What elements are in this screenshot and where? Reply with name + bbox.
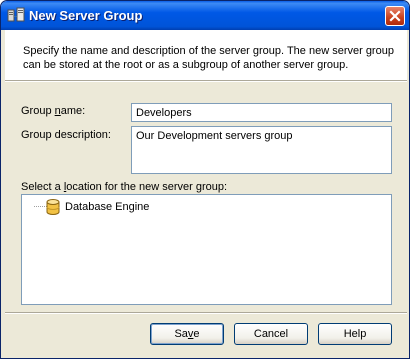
close-icon: [389, 10, 401, 22]
save-button[interactable]: Save: [150, 323, 224, 345]
footer-divider: [5, 312, 407, 314]
help-button[interactable]: Help: [318, 323, 392, 345]
location-label: Select a location for the new server gro…: [21, 181, 228, 193]
header-divider: [5, 80, 407, 82]
group-name-label: Group name:: [21, 105, 86, 117]
dialog-window: New Server Group Specify the name and de…: [0, 0, 410, 359]
location-tree[interactable]: Database Engine: [21, 194, 392, 305]
group-name-input[interactable]: [131, 103, 392, 122]
title-bar[interactable]: New Server Group: [1, 1, 409, 30]
intro-text: Specify the name and description of the …: [23, 45, 394, 71]
close-button[interactable]: [385, 6, 405, 26]
database-icon: [46, 199, 60, 215]
server-group-icon: [7, 7, 25, 23]
tree-item-label: Database Engine: [65, 201, 150, 213]
group-description-input[interactable]: Our Development servers group: [131, 126, 392, 174]
cancel-button[interactable]: Cancel: [234, 323, 308, 345]
group-description-label: Group description:: [21, 129, 111, 141]
tree-item-database-engine[interactable]: Database Engine: [46, 198, 149, 216]
header-panel: Specify the name and description of the …: [5, 30, 407, 80]
window-title: New Server Group: [29, 8, 143, 23]
